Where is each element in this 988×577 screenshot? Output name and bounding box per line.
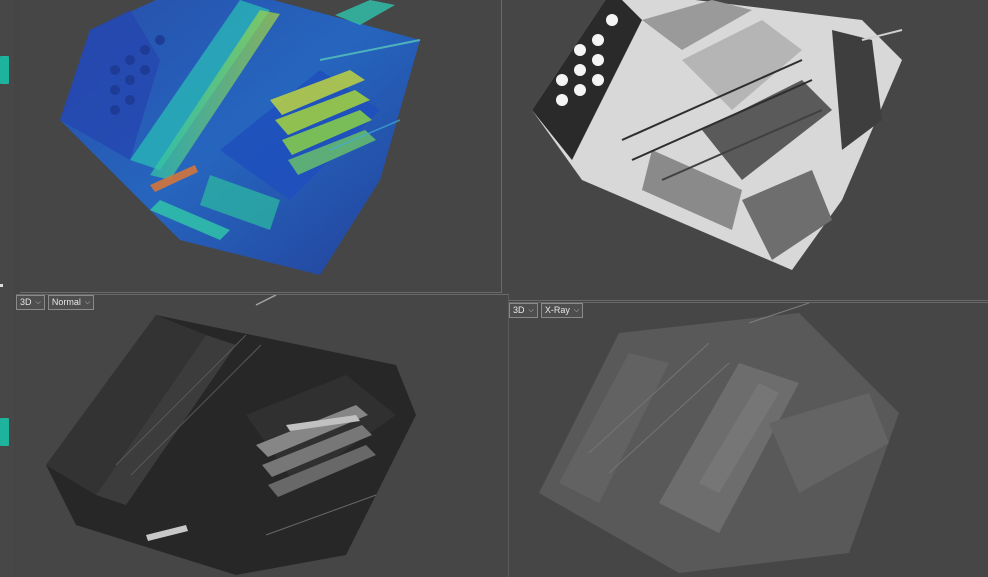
volume-viewer-app: 3D ⌵ Normal ⌵ 3D ⌵ X-Ray ⌵ — [0, 0, 988, 577]
view-dropdown-label: 3D — [513, 305, 525, 315]
viewport-toolbar-bottom-left: 3D ⌵ Normal ⌵ — [16, 295, 95, 310]
chevron-down-icon: ⌵ — [573, 307, 580, 314]
left-panel-tab-top[interactable] — [0, 56, 9, 84]
volume-render-color — [60, 0, 421, 275]
render-mode-label: Normal — [51, 297, 81, 307]
render-mode-dropdown[interactable]: Normal ⌵ — [47, 295, 95, 310]
volume-render-normal — [46, 295, 416, 575]
view-dropdown[interactable]: 3D ⌵ — [509, 303, 538, 318]
chevron-down-icon: ⌵ — [35, 299, 41, 306]
viewport-bottom-right[interactable]: 3D ⌵ X-Ray ⌵ — [509, 302, 988, 577]
viewport-top-left[interactable] — [20, 0, 502, 293]
viewport-top-right[interactable] — [502, 0, 988, 301]
volume-render-xray — [539, 303, 899, 573]
viewport-toolbar-bottom-right: 3D ⌵ X-Ray ⌵ — [509, 303, 584, 318]
render-mode-dropdown[interactable]: X-Ray ⌵ — [540, 303, 584, 318]
volume-render-grayscale — [532, 0, 903, 270]
view-dropdown-label: 3D — [20, 297, 32, 307]
render-mode-label: X-Ray — [544, 305, 570, 315]
panel-marker — [0, 284, 3, 287]
left-side-panel — [0, 0, 14, 576]
left-panel-tab-bottom[interactable] — [0, 418, 9, 446]
view-dropdown[interactable]: 3D ⌵ — [16, 295, 45, 310]
viewport-bottom-left[interactable]: 3D ⌵ Normal ⌵ — [16, 294, 509, 577]
chevron-down-icon: ⌵ — [528, 307, 534, 314]
chevron-down-icon: ⌵ — [84, 299, 91, 306]
